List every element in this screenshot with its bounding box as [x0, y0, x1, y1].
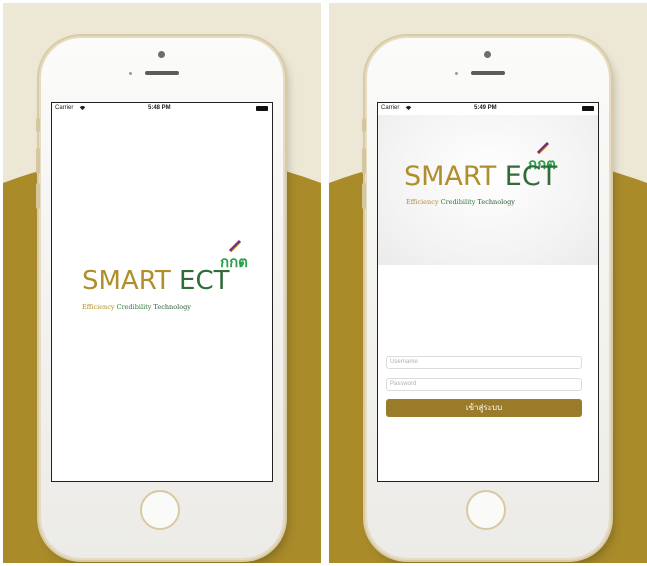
phone-mockup: Carrier 5:49 PM กกต SMART ECT Efficiency…: [362, 38, 609, 558]
password-input[interactable]: Password: [386, 378, 582, 391]
logo-ect-text: ECT: [504, 161, 558, 192]
carrier-label: Carrier: [55, 105, 74, 111]
tagline-efficiency: Efficiency: [82, 303, 115, 311]
volume-up-button: [362, 148, 366, 174]
login-screen: Carrier 5:49 PM กกต SMART ECT Efficiency…: [377, 102, 599, 482]
wifi-icon: [405, 105, 412, 113]
logo-ect-text: ECT: [179, 266, 230, 296]
sensor-dot: [455, 72, 458, 75]
mute-switch: [36, 118, 40, 132]
login-panel: Carrier 5:49 PM กกต SMART ECT Efficiency…: [329, 3, 647, 563]
tagline-credibility: Credibility: [116, 303, 152, 311]
splash-screen: Carrier 5:48 PM กกต SMART ECT Efficiency…: [51, 102, 273, 482]
smart-ect-logo: กกต SMART ECT Efficiency Credibility Tec…: [392, 139, 582, 219]
battery-icon: [582, 106, 594, 111]
home-button[interactable]: [466, 490, 506, 530]
tagline-technology: Technology: [477, 198, 515, 206]
smart-ect-logo: กกต SMART ECT Efficiency Credibility Tec…: [82, 239, 262, 329]
carrier-label: Carrier: [381, 105, 400, 111]
status-time: 5:48 PM: [148, 105, 171, 111]
splash-panel: Carrier 5:48 PM กกต SMART ECT Efficiency…: [3, 3, 321, 563]
status-bar: Carrier 5:48 PM: [52, 103, 272, 115]
phone-mockup: Carrier 5:48 PM กกต SMART ECT Efficiency…: [36, 38, 283, 558]
earpiece-speaker: [145, 71, 179, 75]
logo-smart-text: SMART: [404, 161, 497, 192]
sensor-dot: [129, 72, 132, 75]
tagline-efficiency: Efficiency: [406, 198, 439, 206]
tagline-technology: Technology: [153, 303, 191, 311]
ballot-mark-icon: [536, 141, 550, 155]
tagline-credibility: Credibility: [440, 198, 476, 206]
status-time: 5:49 PM: [474, 105, 497, 111]
wifi-icon: [79, 105, 86, 113]
mute-switch: [362, 118, 366, 132]
logo-tagline: Efficiency Credibility Technology: [82, 303, 191, 311]
front-camera: [484, 51, 491, 58]
status-bar: Carrier 5:49 PM: [378, 103, 598, 115]
home-button[interactable]: [140, 490, 180, 530]
username-input[interactable]: Username: [386, 356, 582, 369]
login-button[interactable]: เข้าสู่ระบบ: [386, 399, 582, 417]
earpiece-speaker: [471, 71, 505, 75]
logo-tagline: Efficiency Credibility Technology: [406, 198, 515, 206]
front-camera: [158, 51, 165, 58]
volume-up-button: [36, 148, 40, 174]
volume-down-button: [36, 183, 40, 209]
battery-icon: [256, 106, 268, 111]
logo-smart-text: SMART: [82, 266, 171, 296]
logo-wordmark: SMART ECT: [82, 266, 230, 296]
volume-down-button: [362, 183, 366, 209]
logo-wordmark: SMART ECT: [404, 161, 557, 192]
ballot-mark-icon: [228, 239, 242, 253]
